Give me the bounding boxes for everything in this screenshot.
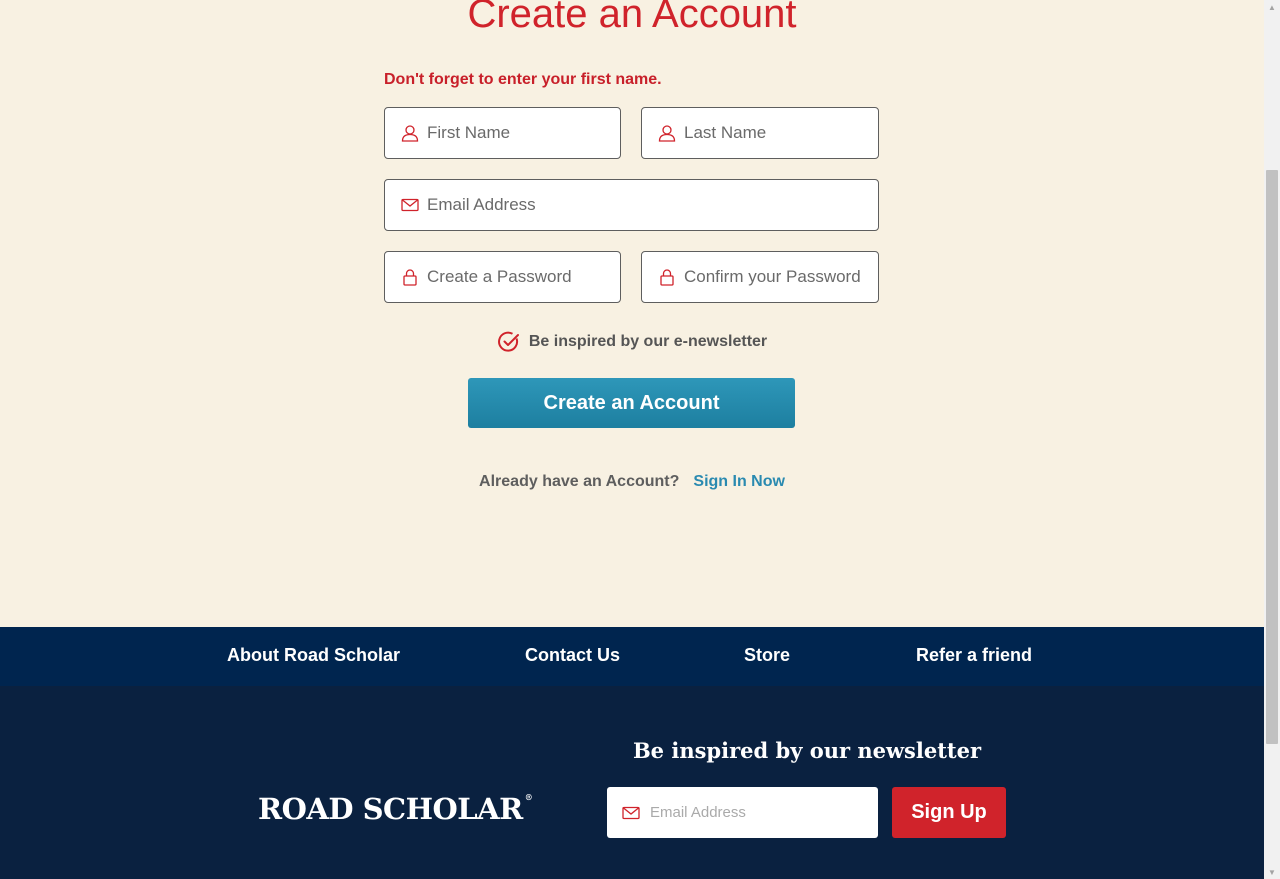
sign-in-link[interactable]: Sign In Now [693, 473, 785, 491]
vertical-scrollbar[interactable]: ▲ ▼ [1264, 0, 1280, 879]
last-name-input[interactable] [684, 123, 878, 143]
footer-link-about[interactable]: About Road Scholar [227, 645, 400, 666]
check-circle-icon[interactable] [497, 330, 521, 354]
first-name-error-message: Don't forget to enter your first name. [384, 71, 662, 88]
page-title: Create an Account [467, 0, 797, 36]
registered-mark: ® [524, 792, 533, 802]
sign-up-button[interactable]: Sign Up [892, 787, 1006, 838]
footer-nav: About Road Scholar Contact Us Store Refe… [0, 627, 1264, 686]
envelope-icon [401, 196, 419, 214]
newsletter-email-input[interactable] [648, 803, 878, 822]
scroll-down-arrow-icon[interactable]: ▼ [1264, 865, 1280, 879]
user-icon [658, 124, 676, 142]
password-field[interactable] [384, 251, 621, 303]
newsletter-checkbox-row[interactable]: Be inspired by our e-newsletter [0, 330, 1264, 354]
newsletter-email-field[interactable] [607, 787, 878, 838]
page: Create an Account Don't forget to enter … [0, 0, 1264, 879]
envelope-icon [622, 804, 640, 822]
first-name-field[interactable] [384, 107, 621, 159]
newsletter-title: Be inspired by our newsletter [632, 738, 982, 763]
create-account-button[interactable]: Create an Account [468, 378, 795, 428]
first-name-input[interactable] [427, 123, 620, 143]
email-field[interactable] [384, 179, 879, 231]
scroll-up-arrow-icon[interactable]: ▲ [1264, 0, 1280, 14]
scrollbar-thumb[interactable] [1266, 170, 1278, 744]
already-have-account-text: Already have an Account? [479, 473, 680, 490]
user-icon [401, 124, 419, 142]
last-name-field[interactable] [641, 107, 879, 159]
footer-link-store[interactable]: Store [744, 645, 790, 666]
footer-link-contact[interactable]: Contact Us [525, 645, 620, 666]
confirm-password-field[interactable] [641, 251, 879, 303]
lock-icon [658, 268, 676, 286]
newsletter-checkbox-label[interactable]: Be inspired by our e-newsletter [529, 333, 767, 351]
email-input[interactable] [427, 195, 878, 215]
footer: ROAD SCHOLAR ® Be inspired by our newslet… [0, 686, 1264, 879]
password-input[interactable] [427, 267, 620, 287]
road-scholar-logo[interactable]: ROAD SCHOLAR ® [258, 792, 533, 826]
confirm-password-input[interactable] [684, 267, 878, 287]
footer-link-refer[interactable]: Refer a friend [916, 645, 1032, 666]
lock-icon [401, 268, 419, 286]
sign-in-prompt: Already have an Account? Sign In Now [0, 473, 1264, 491]
logo-text: ROAD SCHOLAR [258, 792, 523, 826]
